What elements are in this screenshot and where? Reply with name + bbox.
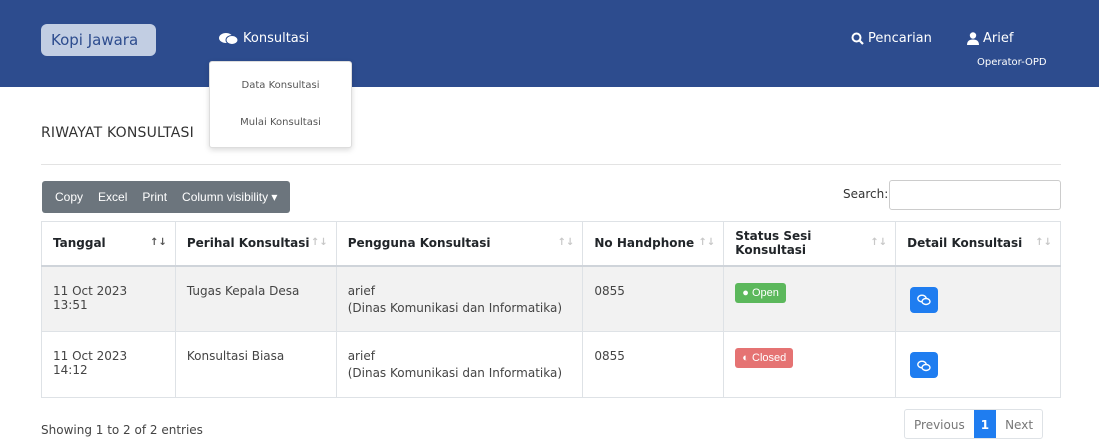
table-row: 11 Oct 2023 14:12 Konsultasi Biasa arief… xyxy=(41,331,1061,398)
chat-icon xyxy=(219,32,239,45)
next-button[interactable]: Next xyxy=(996,410,1042,438)
header-no-handphone[interactable]: No Handphone ↑↓ xyxy=(582,221,725,267)
copy-button[interactable]: Copy xyxy=(55,190,83,204)
nav-pencarian[interactable]: Pencarian xyxy=(851,31,932,46)
pengguna-instansi: (Dinas Komunikasi dan Informatika) xyxy=(347,366,563,380)
table-header-row: Tanggal ↑↓ Perihal Konsultasi ↑↓ Pengguna … xyxy=(41,221,1061,267)
header-detail[interactable]: Detail Konsultasi ↑↓ xyxy=(895,221,1061,267)
pagination: Previous 1 Next xyxy=(904,409,1044,439)
sort-icon: ↑↓ xyxy=(557,237,575,248)
previous-button[interactable]: Previous xyxy=(905,410,974,438)
nav-user-menu[interactable]: Arief xyxy=(967,31,1013,46)
cell-perihal: Tugas Kepala Desa xyxy=(174,265,337,332)
top-navbar: Kopi Jawara Konsultasi Pencarian Arief O… xyxy=(0,0,1099,87)
search-input[interactable] xyxy=(889,180,1061,210)
header-pengguna[interactable]: Pengguna Konsultasi ↑↓ xyxy=(335,221,584,267)
table-info: Showing 1 to 2 of 2 entries xyxy=(41,423,203,437)
konsultasi-dropdown-menu: Data Konsultasi Mulai Konsultasi xyxy=(209,61,352,148)
chat-icon xyxy=(917,360,931,371)
detail-konsultasi-button[interactable] xyxy=(910,286,939,313)
pengguna-name: arief xyxy=(347,283,375,298)
page-1-button[interactable]: 1 xyxy=(973,410,997,438)
cell-status: ● Open xyxy=(723,265,897,332)
nav-pencarian-label: Pencarian xyxy=(868,31,932,46)
table-row: 11 Oct 2023 13:51 Tugas Kepala Desa arie… xyxy=(41,265,1061,332)
status-badge-closed: ◐ Closed xyxy=(735,348,794,368)
header-perihal[interactable]: Perihal Konsultasi ↑↓ xyxy=(174,221,337,267)
dropdown-item-data-konsultasi[interactable]: Data Konsultasi xyxy=(210,80,351,91)
toggle-off-icon: ◐ xyxy=(742,352,749,364)
page-title: RIWAYAT KONSULTASI xyxy=(41,125,194,141)
cell-tanggal: 11 Oct 2023 13:51 xyxy=(41,265,176,332)
sort-icon: ↑↓ xyxy=(1035,237,1052,248)
sort-icon: ↑↓ xyxy=(150,237,167,248)
konsultasi-table: Tanggal ↑↓ Perihal Konsultasi ↑↓ Pengguna … xyxy=(41,221,1061,398)
cell-pengguna: arief (Dinas Komunikasi dan Informatika) xyxy=(335,331,584,398)
cell-no-handphone: 0855 xyxy=(582,331,725,398)
nav-konsultasi-label: Konsultasi xyxy=(243,31,310,46)
column-visibility-button[interactable]: Column visibility ▾ xyxy=(182,190,277,204)
cell-perihal: Konsultasi Biasa xyxy=(174,331,337,398)
cell-tanggal: 11 Oct 2023 14:12 xyxy=(41,331,176,398)
export-button-group: Copy Excel Print Column visibility ▾ xyxy=(42,181,291,213)
search-icon xyxy=(851,32,864,45)
nav-konsultasi[interactable]: Konsultasi xyxy=(219,31,309,46)
print-button[interactable]: Print xyxy=(142,190,167,204)
pengguna-name: arief xyxy=(347,349,375,363)
header-status[interactable]: Status Sesi Konsultasi ↑↓ xyxy=(723,221,897,267)
sort-icon: ↑↓ xyxy=(310,237,328,248)
divider xyxy=(41,164,1061,165)
nav-user-name: Arief xyxy=(983,31,1014,46)
excel-button[interactable]: Excel xyxy=(98,190,127,204)
dropdown-item-mulai-konsultasi[interactable]: Mulai Konsultasi xyxy=(210,117,351,128)
brand-logo[interactable]: Kopi Jawara xyxy=(41,24,156,56)
header-tanggal[interactable]: Tanggal ↑↓ xyxy=(41,221,176,267)
cell-no-handphone: 0855 xyxy=(582,265,725,332)
sort-icon: ↑↓ xyxy=(698,237,716,248)
search-label: Search: xyxy=(843,187,889,201)
detail-konsultasi-button[interactable] xyxy=(910,352,939,378)
chat-icon xyxy=(917,294,931,306)
user-icon xyxy=(967,32,979,45)
toggle-on-icon: ● xyxy=(742,286,749,299)
nav-user-role: Operator-OPD xyxy=(977,57,1047,68)
cell-status: ◐ Closed xyxy=(723,331,897,398)
sort-icon: ↑↓ xyxy=(870,237,888,248)
cell-pengguna: arief (Dinas Komunikasi dan Informatika) xyxy=(335,265,584,332)
cell-detail xyxy=(895,331,1061,398)
status-badge-open: ● Open xyxy=(735,282,786,303)
cell-detail xyxy=(895,265,1061,332)
pengguna-instansi: (Dinas Komunikasi dan Informatika) xyxy=(347,300,563,315)
